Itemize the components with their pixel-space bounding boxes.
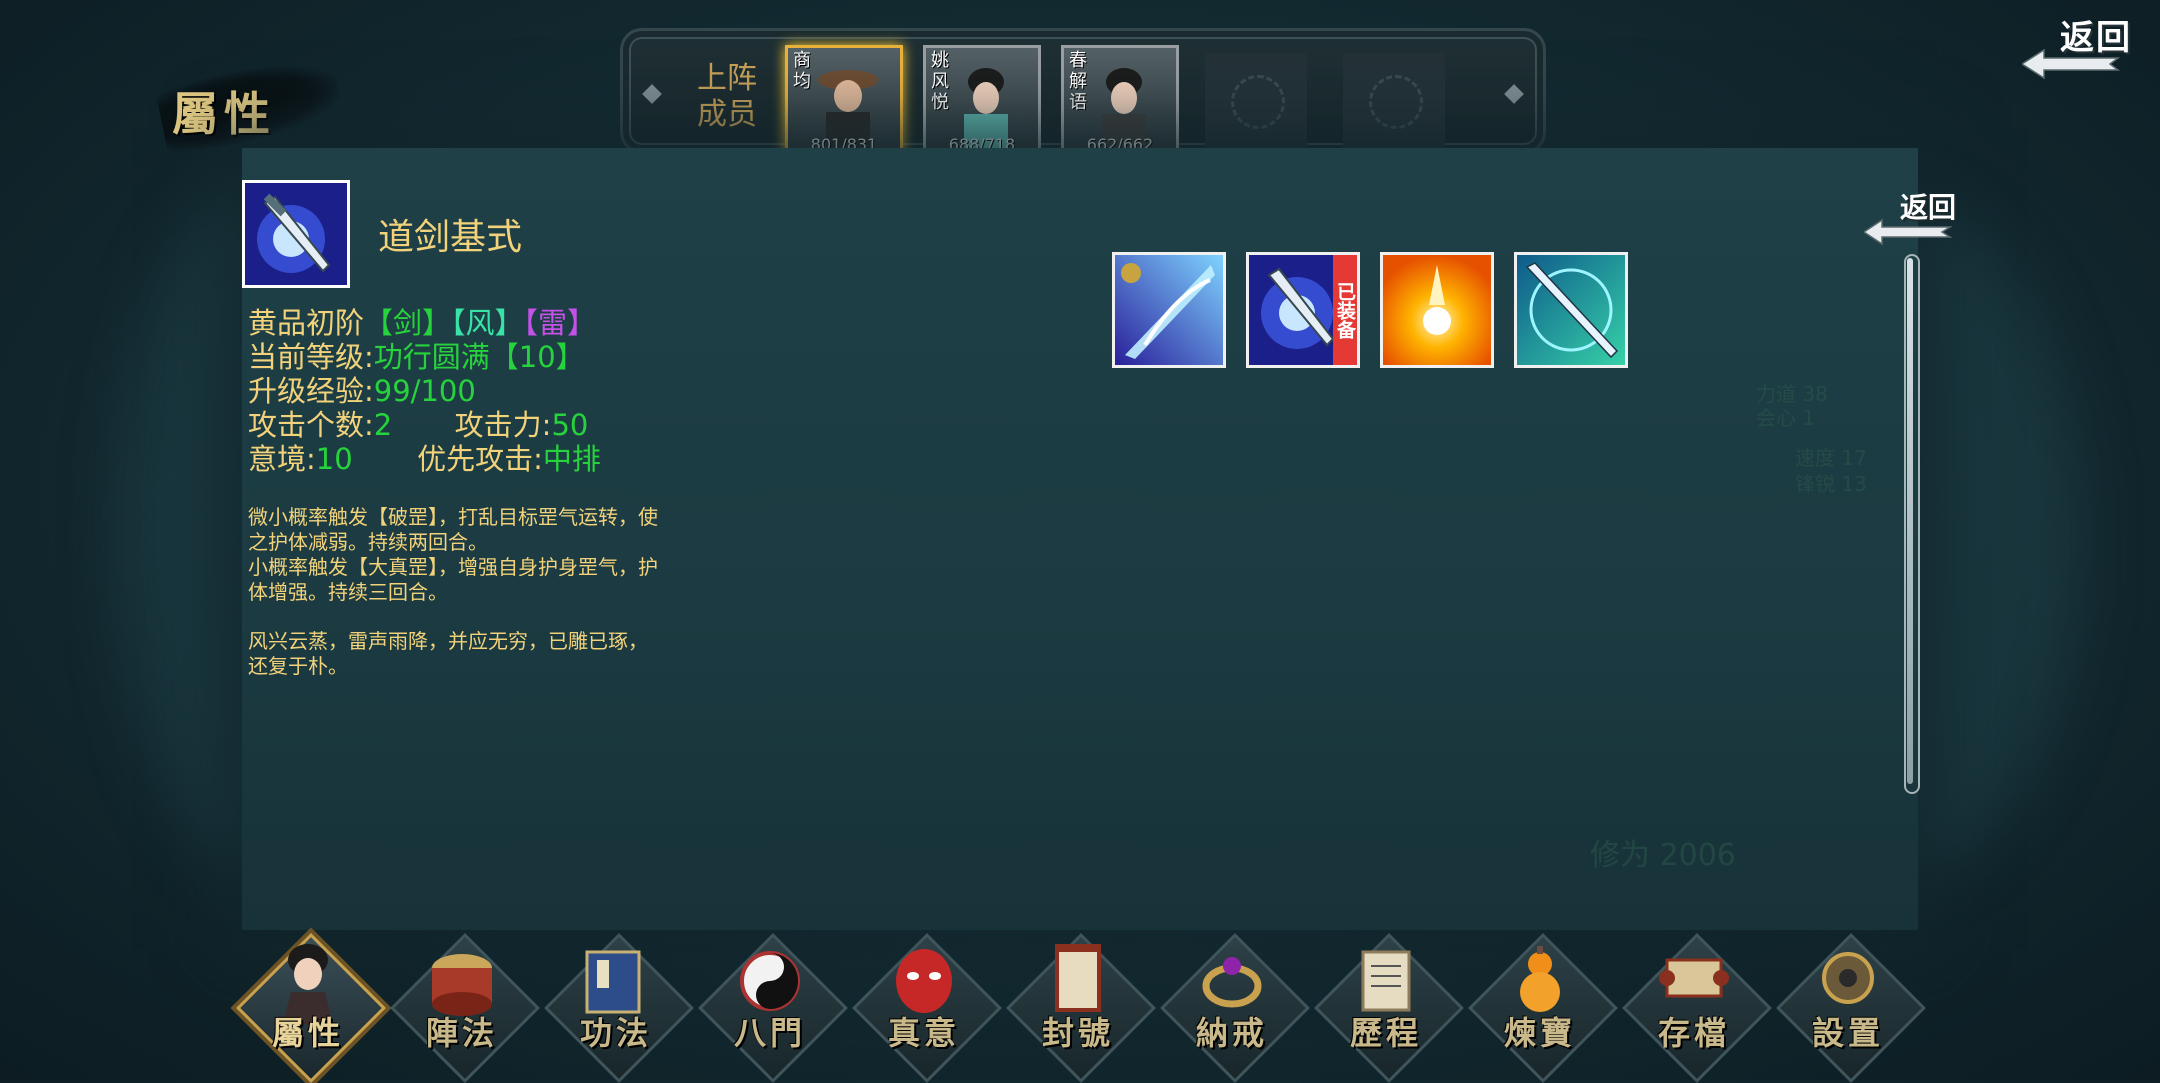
party-label: 上阵 成员: [687, 61, 767, 133]
party-label-line1: 上阵: [697, 61, 757, 96]
nav-save[interactable]: 存檔: [1619, 930, 1772, 1083]
attack-count-label: 攻击个数:: [248, 408, 374, 442]
nav-true-intent[interactable]: 真意: [849, 930, 1002, 1083]
nav-label: 歷程: [1349, 1014, 1422, 1052]
effect-1: 微小概率触发【破罡】，打乱目标罡气运转，使之护体减弱。持续两回合。: [248, 505, 658, 554]
faded-text: 速度 17: [1795, 446, 1867, 470]
back-arrow-icon: [2022, 48, 2121, 80]
nav-label: 八門: [733, 1014, 806, 1052]
water-sword-icon: [1517, 255, 1625, 365]
skill-slot[interactable]: [1380, 252, 1494, 368]
return-button[interactable]: 返回: [2010, 10, 2140, 90]
party-label-line2: 成员: [697, 97, 757, 132]
nav-refine-treasure[interactable]: 煉寶: [1465, 930, 1618, 1083]
party-member-slot[interactable]: 春解语 662/662: [1061, 45, 1179, 157]
party-bar: 上阵 成员 商均 801/831 姚风悦 688/718 春解语 662/662: [620, 28, 1546, 157]
nav-formation[interactable]: 陣法: [387, 930, 540, 1083]
nav-label: 納戒: [1195, 1014, 1268, 1052]
nav-eight-gates[interactable]: 八門: [695, 930, 848, 1083]
nav-storage-ring[interactable]: 納戒: [1157, 930, 1310, 1083]
attack-power-label: 攻击力:: [454, 408, 552, 442]
section-title-text: 屬性: [172, 87, 276, 141]
party-member-slot[interactable]: 姚风悦 688/718: [923, 45, 1041, 157]
level-label: 当前等级:: [248, 340, 374, 374]
nav-attributes[interactable]: 屬性: [233, 930, 386, 1083]
party-prev-icon[interactable]: [642, 84, 662, 104]
priority-value: 中排: [542, 442, 601, 476]
attack-row: 攻击个数:2 攻击力:50: [248, 408, 601, 442]
nav-label: 功法: [579, 1014, 652, 1052]
nav-settings[interactable]: 設置: [1773, 930, 1926, 1083]
exp-value: 99/100: [373, 374, 476, 408]
sword-thunder-icon: [245, 183, 347, 285]
nav-techniques[interactable]: 功法: [541, 930, 694, 1083]
empty-slot-icon: [1369, 75, 1423, 129]
member-name: 商均: [793, 50, 811, 92]
intent-row: 意境:10 优先攻击:中排: [248, 442, 601, 476]
equipped-badge-text: 已装备: [1334, 281, 1356, 339]
exp-label: 升级经验:: [248, 374, 374, 408]
wind-blade-icon: [1115, 255, 1223, 365]
empty-party-slot[interactable]: [1343, 53, 1445, 149]
empty-slot-icon: [1231, 75, 1285, 129]
section-title: 屬性: [150, 52, 350, 158]
intent-label: 意境:: [248, 442, 316, 476]
skill-slot[interactable]: [1514, 252, 1628, 368]
panel-return-button[interactable]: 返回: [1864, 186, 1964, 256]
faded-text: 会心 1: [1756, 406, 1816, 430]
empty-party-slot[interactable]: [1205, 53, 1307, 149]
tag-sword: 【剑】: [364, 306, 452, 340]
tag-thunder: 【雷】: [523, 306, 597, 340]
scrollbar-thumb[interactable]: [1907, 258, 1913, 784]
party-member-slot[interactable]: 商均 801/831: [785, 45, 903, 157]
member-name: 姚风悦: [931, 50, 949, 113]
intent-value: 10: [315, 442, 353, 476]
nav-label: 真意: [887, 1014, 960, 1052]
faded-text: 锋锐 13: [1795, 472, 1867, 496]
skill-effects: 微小概率触发【破罡】，打乱目标罡气运转，使之护体减弱。持续两回合。 小概率触发【…: [248, 505, 658, 605]
skill-slot[interactable]: [1112, 252, 1226, 368]
nav-label: 煉寶: [1503, 1014, 1576, 1052]
skill-slot-equipped[interactable]: 已装备: [1246, 252, 1360, 368]
skill-stats: 黄品初阶【剑】【风】【雷】 当前等级:功行圆满【10】 升级经验:99/100 …: [248, 306, 601, 476]
exp-row: 升级经验:99/100: [248, 374, 601, 408]
party-next-icon[interactable]: [1504, 84, 1524, 104]
nav-titles[interactable]: 封號: [1003, 930, 1156, 1083]
nav-history[interactable]: 歷程: [1311, 930, 1464, 1083]
skill-grade: 黄品初阶: [248, 306, 365, 340]
fire-burst-icon: [1383, 255, 1491, 365]
attack-power-value: 50: [551, 408, 589, 442]
priority-label: 优先攻击:: [417, 442, 543, 476]
nav-label: 設置: [1811, 1014, 1884, 1052]
skill-main-icon: [242, 180, 350, 288]
bottom-nav: 屬性 陣法 功法 八門 真意 封號 納戒 歷程 煉寶 存檔 設置: [175, 930, 1985, 1083]
back-arrow-icon: [1864, 218, 1953, 246]
nav-label: 封號: [1041, 1014, 1114, 1052]
skill-description: 微小概率触发【破罡】，打乱目标罡气运转，使之护体减弱。持续两回合。 小概率触发【…: [248, 505, 658, 703]
nav-label: 存檔: [1657, 1014, 1730, 1052]
level-row: 当前等级:功行圆满【10】: [248, 340, 601, 374]
faded-text: 修为 2006: [1590, 838, 1736, 873]
skill-grade-row: 黄品初阶【剑】【风】【雷】: [248, 306, 601, 340]
tag-wind: 【风】: [451, 306, 524, 340]
skill-name: 道剑基式: [378, 217, 523, 258]
nav-label: 屬性: [271, 1014, 344, 1052]
member-name: 春解语: [1069, 50, 1087, 113]
effect-2: 小概率触发【大真罡】，增强自身护身罡气，护体增强。持续三回合。: [248, 555, 658, 604]
equipped-badge: 已装备: [1333, 255, 1357, 365]
skill-flavor: 风兴云蒸，雷声雨降，并应无穷，已雕已琢，还复于朴。: [248, 629, 648, 678]
attack-count-value: 2: [373, 408, 393, 442]
level-value: 功行圆满【10】: [373, 340, 585, 374]
nav-label: 陣法: [425, 1014, 498, 1052]
